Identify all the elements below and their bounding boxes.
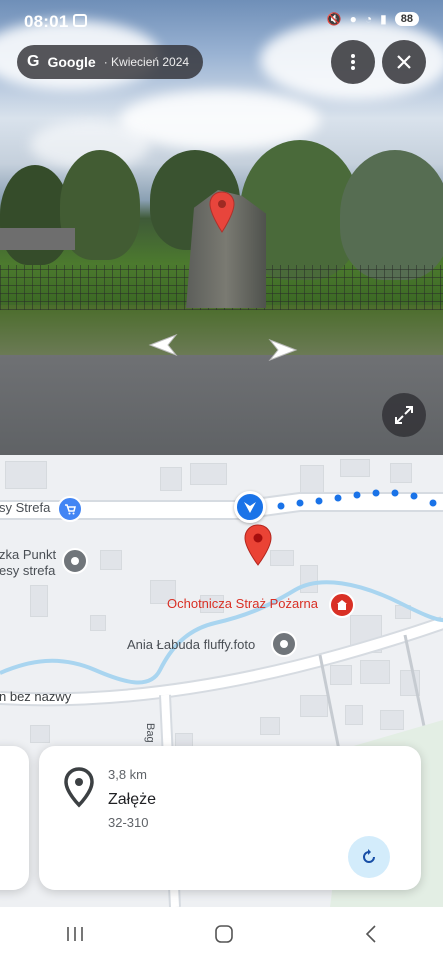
battery-indicator: 88 (394, 12, 419, 26)
recents-icon[interactable] (65, 925, 85, 943)
home-icon[interactable] (214, 924, 234, 944)
imagery-date-pill[interactable]: G Google · Kwiecień 2024 (17, 45, 204, 79)
signal-icon: ▮ (380, 12, 387, 26)
fire-station-icon[interactable] (329, 592, 355, 618)
more-vert-icon (351, 54, 355, 70)
system-navigation-bar (0, 907, 443, 960)
arrow-right-icon[interactable] (266, 338, 298, 362)
status-time: 08:01 (24, 12, 69, 31)
arrow-left-icon[interactable] (148, 333, 180, 357)
map-label-photo: Ania Łabuda fluffy.foto (127, 637, 256, 652)
back-icon[interactable] (364, 924, 378, 944)
location-outline-icon (64, 767, 94, 808)
imagery-date: · Kwiecień 2024 (103, 55, 190, 69)
previous-place-card[interactable] (0, 746, 29, 890)
more-options-button[interactable] (331, 40, 375, 84)
screenshot-icon (73, 14, 87, 27)
google-g-icon: G (27, 53, 40, 70)
dropped-pin-icon[interactable] (243, 523, 273, 567)
place-marker-icon[interactable] (62, 548, 88, 574)
wifi-icon: ◔ (364, 12, 373, 26)
map-label-shop-strefa: sy Strefa (0, 500, 51, 515)
expand-button[interactable] (382, 393, 426, 437)
place-card[interactable]: 3,8 km Załęże 32-310 (39, 746, 421, 890)
status-bar: 08:01 🔇 ● ◔ ▮ 88 (0, 0, 443, 44)
close-icon (397, 55, 411, 69)
location-icon: ● (349, 12, 357, 26)
location-pin-icon (209, 191, 235, 233)
mute-icon: 🔇 (326, 12, 342, 26)
map-label-road-vertical: Bag (144, 723, 156, 743)
close-button[interactable] (382, 40, 426, 84)
place-postal-code: 32-310 (108, 815, 149, 830)
place-distance: 3,8 km (108, 767, 148, 782)
refresh-icon (363, 849, 375, 863)
navigation-arrow-icon (244, 502, 256, 513)
map-label-punkt-strefa: esy strefa (0, 563, 56, 578)
road (0, 355, 443, 455)
user-location-marker (234, 491, 266, 523)
map-label-road-unnamed: n bez nazwy (0, 689, 72, 704)
shopping-cart-icon[interactable] (57, 496, 83, 522)
place-name: Załęże (108, 791, 157, 808)
brand-label: Google (47, 54, 96, 70)
map-label-punkt: zka Punkt (0, 547, 57, 562)
expand-icon (395, 406, 413, 424)
refresh-button[interactable] (348, 836, 390, 878)
place-marker-icon[interactable] (271, 631, 297, 657)
map-label-fire-station: Ochotnicza Straż Pożarna (167, 596, 319, 611)
